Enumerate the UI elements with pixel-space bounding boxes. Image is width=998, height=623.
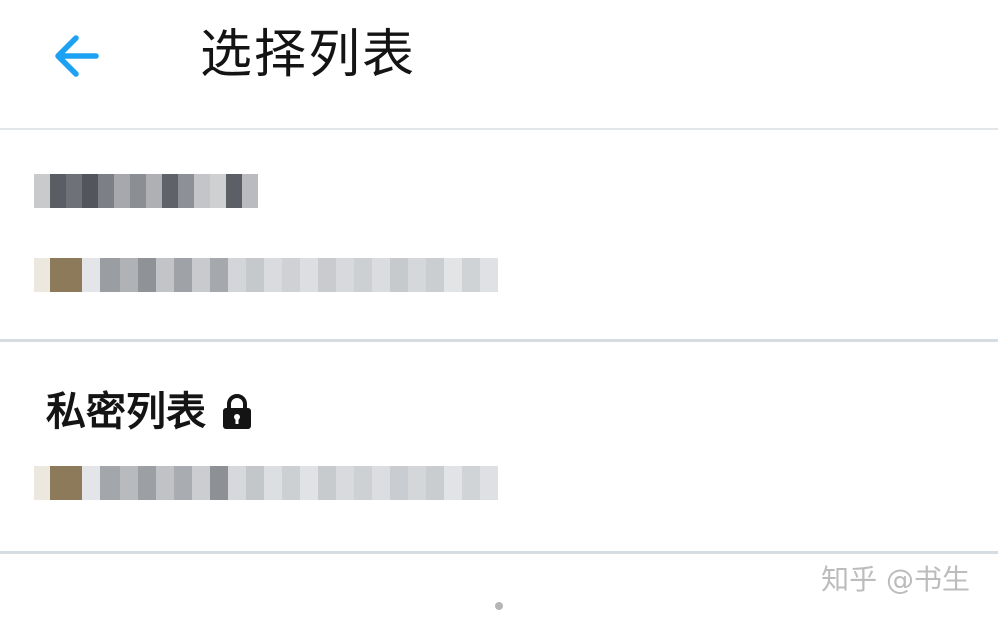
page-title: 选择列表: [200, 25, 417, 85]
list-title-text: 私密列表: [46, 389, 206, 435]
back-button[interactable]: [44, 22, 112, 90]
arrow-left-icon: [55, 35, 99, 77]
redacted-list-owner: [34, 258, 518, 292]
list-item-1[interactable]: [0, 130, 998, 342]
app-header: 选择列表: [0, 0, 998, 130]
scroll-indicator-dot: [495, 602, 503, 610]
watermark: 知乎 @书生: [821, 563, 970, 596]
redacted-list-name: [34, 174, 268, 208]
redacted-list-owner: [34, 466, 518, 500]
list-item-2[interactable]: 私密列表: [0, 342, 998, 554]
list-title: 私密列表: [46, 384, 254, 440]
lock-icon: [220, 393, 254, 431]
